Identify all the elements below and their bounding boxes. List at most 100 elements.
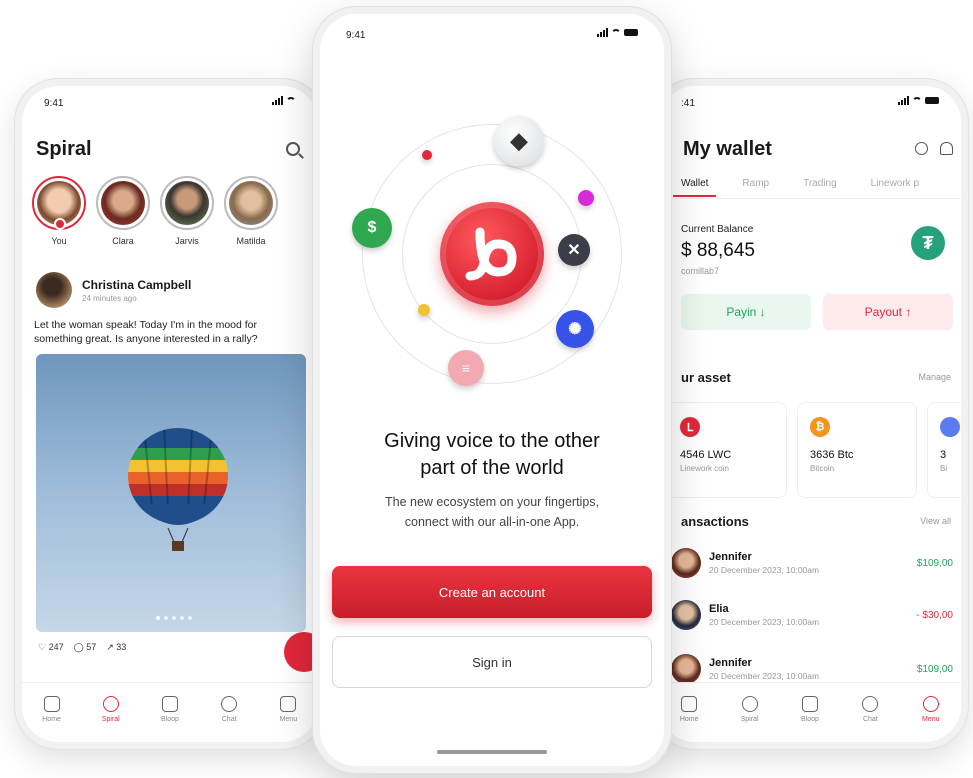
bloop-icon — [161, 696, 178, 712]
onboarding-screen: 9:41 ◆ $ ✕ ✺ ≡ Giving voice to the other… — [320, 14, 664, 766]
comment-button[interactable]: ◯ 57 — [74, 642, 97, 653]
story-label: Jarvis — [175, 236, 199, 246]
story-jarvis[interactable]: Jarvis — [160, 176, 214, 246]
asset-card-lwc[interactable]: ᒪ 4546 LWC Linework coin — [667, 402, 787, 498]
manage-link[interactable]: Manage — [918, 372, 951, 382]
signal-icon — [272, 96, 283, 105]
tab-label: Spiral — [740, 716, 759, 723]
story-clara[interactable]: Clara — [96, 176, 150, 246]
create-account-button[interactable]: Create an account — [332, 566, 652, 618]
wifi-icon — [286, 97, 296, 104]
avatar[interactable] — [36, 272, 72, 308]
page-title: Spiral — [36, 138, 92, 160]
tx-amount: $109,00 — [916, 663, 953, 675]
chat-icon — [221, 696, 238, 712]
transaction-row[interactable]: Jennifer 20 December 2023, 10:00am $109,0… — [671, 542, 953, 584]
tx-amount: $109,00 — [916, 557, 953, 569]
tab-label: Menu — [921, 716, 940, 723]
tab-label: Bloop — [161, 716, 179, 723]
stories-row: You Clara Jarvis Matilda — [32, 176, 278, 246]
bloop-icon — [801, 696, 818, 712]
asset-amount: 3 — [940, 449, 947, 461]
asset-name: Linework coin — [680, 464, 729, 473]
tx-amount: - $30,00 — [916, 609, 953, 621]
tab-chat[interactable]: Chat — [207, 696, 251, 723]
chat-icon — [862, 696, 879, 712]
tab-bloop[interactable]: Bloop — [148, 696, 192, 723]
carousel-dots[interactable] — [156, 616, 192, 620]
tx-name: Jennifer — [709, 551, 752, 563]
search-icon[interactable] — [286, 142, 300, 156]
xrp-coin-icon: ✕ — [558, 234, 590, 266]
payout-button[interactable]: Payout ↑ — [823, 294, 953, 330]
home-indicator[interactable] — [437, 750, 547, 754]
bitcoin-icon: ₿ — [810, 417, 830, 437]
asset-amount: 4546 LWC — [680, 449, 732, 461]
divider — [659, 198, 961, 199]
tab-home[interactable]: Home — [30, 696, 74, 723]
tab-home[interactable]: Home — [667, 696, 711, 723]
comment-count: 57 — [86, 642, 97, 652]
subtitle-line: The new ecosystem on your fingertips, — [385, 495, 599, 509]
post-image[interactable] — [36, 354, 306, 632]
tab-menu[interactable]: Menu — [266, 696, 310, 723]
post-author[interactable]: Christina Campbell — [82, 278, 191, 292]
battery-icon — [624, 29, 638, 36]
tab-wallet[interactable]: Wallet — [672, 178, 717, 197]
status-time: 9:41 — [44, 98, 64, 109]
small-coin-icon — [422, 150, 432, 160]
page-title: My wallet — [683, 138, 772, 160]
balloon-image — [128, 428, 228, 551]
status-time: :41 — [681, 98, 695, 109]
like-count: 247 — [48, 642, 64, 652]
tab-menu[interactable]: Menu — [909, 696, 953, 723]
asset-card-partial[interactable]: 3 Bi — [927, 402, 961, 498]
signal-icon — [898, 96, 909, 105]
share-button[interactable]: ↗ 33 — [106, 642, 126, 653]
avatar — [671, 548, 701, 578]
spiral-screen: 9:41 Spiral You Clara Jarvis Matilda Chr… — [22, 86, 318, 742]
story-you[interactable]: You — [32, 176, 86, 246]
tab-chat[interactable]: Chat — [848, 696, 892, 723]
asset-card-btc[interactable]: ₿ 3636 Btc Bitcoin — [797, 402, 917, 498]
asset-name: Bitcoin — [810, 464, 835, 473]
sign-in-button[interactable]: Sign in — [332, 636, 652, 688]
tether-icon[interactable]: ₮ — [911, 226, 945, 260]
payin-button[interactable]: Payin ↓ — [681, 294, 811, 330]
tab-ramp[interactable]: Ramp — [742, 178, 769, 189]
tab-trading[interactable]: Trading — [803, 178, 837, 189]
tab-bloop[interactable]: Bloop — [788, 696, 832, 723]
headline-line: part of the world — [420, 457, 564, 479]
tab-spiral[interactable]: Spiral — [89, 696, 133, 723]
assets-title: ur asset — [681, 370, 731, 385]
tab-spiral[interactable]: Spiral — [728, 696, 772, 723]
search-icon[interactable] — [915, 142, 928, 155]
tx-date: 20 December 2023, 10:00am — [709, 617, 820, 627]
tab-label: Spiral — [101, 716, 120, 723]
story-matilda[interactable]: Matilda — [224, 176, 278, 246]
wifi-icon — [611, 29, 621, 36]
balance-value: $ 88,645 — [681, 240, 755, 261]
signal-icon — [597, 28, 608, 37]
onboarding-headline: Giving voice to the other part of the wo… — [340, 428, 644, 482]
status-icons — [272, 96, 296, 105]
asset-amount: 3636 Btc — [810, 449, 854, 461]
avatar — [101, 181, 145, 225]
view-all-link[interactable]: View all — [920, 516, 951, 526]
post-header: Christina Campbell 24 minutes ago — [36, 272, 191, 308]
ethereum-coin-icon: ◆ — [494, 116, 544, 166]
status-bar: 9:41 — [346, 28, 638, 46]
story-label: Matilda — [236, 236, 266, 246]
tx-date: 20 December 2023, 10:00am — [709, 671, 820, 681]
post-text: Let the woman speak! Today I'm in the mo… — [34, 319, 258, 345]
bell-icon[interactable] — [940, 142, 953, 155]
like-button[interactable]: ♡ 247 — [38, 642, 64, 653]
balance-label: Current Balance — [681, 224, 754, 235]
tab-linework[interactable]: Linework p — [871, 178, 919, 189]
bottom-tab-bar: Home Spiral Bloop Chat Menu — [659, 682, 961, 742]
transaction-row[interactable]: Elia 20 December 2023, 10:00am - $30,00 — [671, 594, 953, 636]
menu-icon — [280, 696, 297, 712]
asset-name: Bi — [940, 464, 948, 473]
username: comillab7 — [681, 266, 720, 276]
home-icon — [43, 696, 60, 712]
